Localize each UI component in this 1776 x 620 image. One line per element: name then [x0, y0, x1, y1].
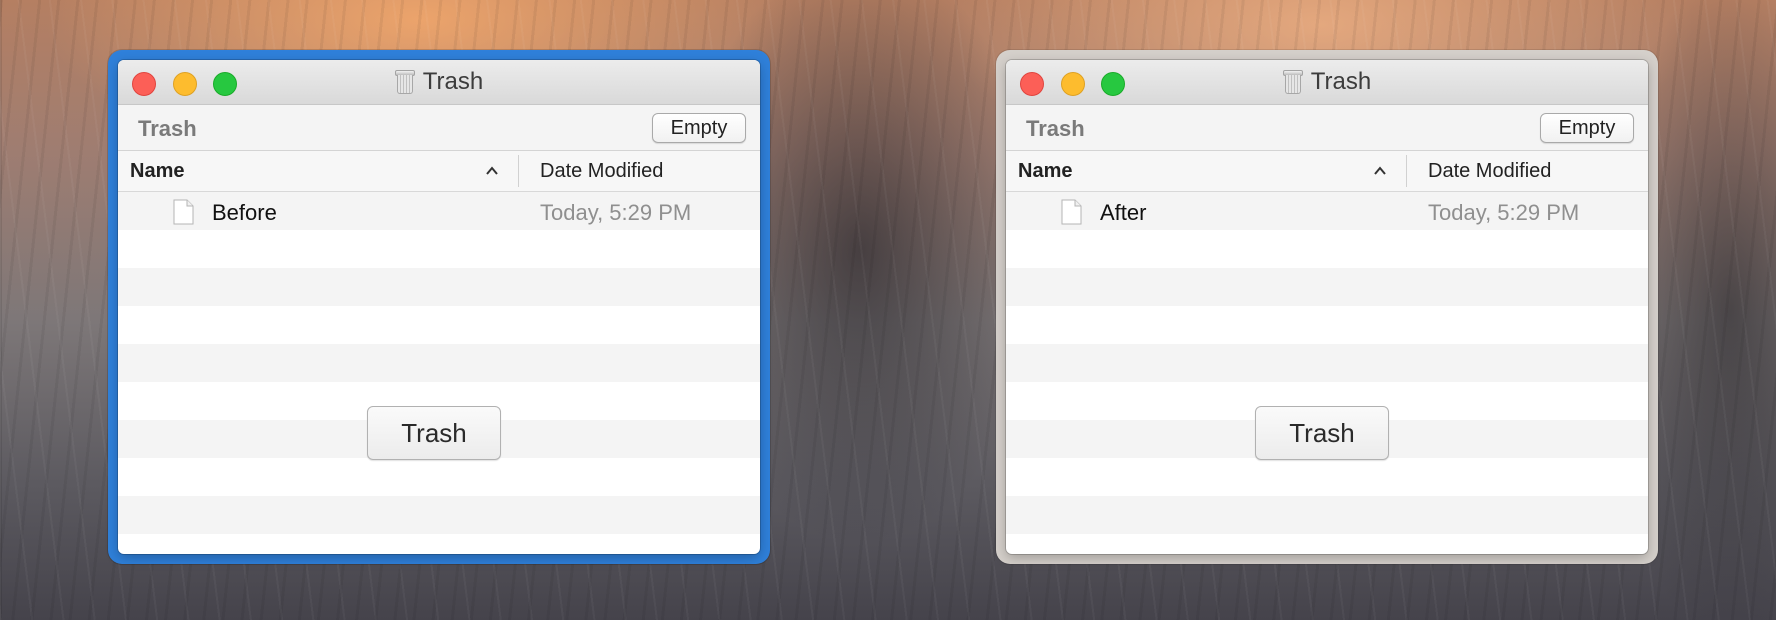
column-header-name[interactable]: Name [130, 160, 184, 183]
column-header: Name Date Modified [1006, 151, 1648, 192]
trash-can-icon [394, 70, 415, 94]
empty-button[interactable]: Empty [1540, 113, 1634, 143]
empty-row [1006, 458, 1648, 496]
location-label: Trash [138, 116, 197, 141]
file-name: After [1100, 200, 1147, 225]
empty-row [118, 458, 760, 496]
empty-row [1006, 268, 1648, 306]
empty-row [118, 496, 760, 534]
empty-row [1006, 496, 1648, 534]
toolbar: Trash Empty [1006, 105, 1648, 151]
trash-button[interactable]: Trash [1255, 406, 1389, 460]
column-header: Name Date Modified [118, 151, 760, 192]
file-list: Before Today, 5:29 PM Trash [118, 192, 760, 554]
window-title: Trash [1310, 68, 1372, 95]
file-name: Before [212, 200, 277, 225]
trash-button[interactable]: Trash [367, 406, 501, 460]
document-icon [173, 199, 194, 225]
empty-row [1006, 344, 1648, 382]
column-divider[interactable] [1406, 155, 1407, 187]
table-row[interactable]: After Today, 5:29 PM [1006, 192, 1648, 230]
empty-row [118, 344, 760, 382]
toolbar: Trash Empty [118, 105, 760, 151]
trash-window-after: Trash Trash Empty Name Date Modified Aft… [1006, 60, 1648, 554]
column-divider[interactable] [518, 155, 519, 187]
document-icon [1061, 199, 1082, 225]
empty-row [1006, 534, 1648, 554]
window-frame-after: Trash Trash Empty Name Date Modified Aft… [996, 50, 1658, 564]
window-frame-before: Trash Trash Empty Name Date Modified Bef… [108, 50, 770, 564]
trash-can-icon [1282, 70, 1303, 94]
column-header-name[interactable]: Name [1018, 160, 1072, 183]
title-bar[interactable]: Trash [1006, 60, 1648, 105]
table-row[interactable]: Before Today, 5:29 PM [118, 192, 760, 230]
empty-row [118, 230, 760, 268]
empty-row [1006, 230, 1648, 268]
window-title-group: Trash [118, 60, 760, 104]
window-title-group: Trash [1006, 60, 1648, 104]
empty-row [118, 268, 760, 306]
file-date: Today, 5:29 PM [540, 200, 692, 225]
chevron-up-icon[interactable] [486, 165, 498, 177]
trash-window-before: Trash Trash Empty Name Date Modified Bef… [118, 60, 760, 554]
empty-row [118, 306, 760, 344]
empty-row [1006, 306, 1648, 344]
column-header-date-modified[interactable]: Date Modified [1428, 160, 1551, 183]
column-header-date-modified[interactable]: Date Modified [540, 160, 663, 183]
file-list: After Today, 5:29 PM Trash [1006, 192, 1648, 554]
chevron-up-icon[interactable] [1374, 165, 1386, 177]
window-title: Trash [422, 68, 484, 95]
location-label: Trash [1026, 116, 1085, 141]
file-date: Today, 5:29 PM [1428, 200, 1580, 225]
title-bar[interactable]: Trash [118, 60, 760, 105]
empty-row [118, 534, 760, 554]
empty-button[interactable]: Empty [652, 113, 746, 143]
